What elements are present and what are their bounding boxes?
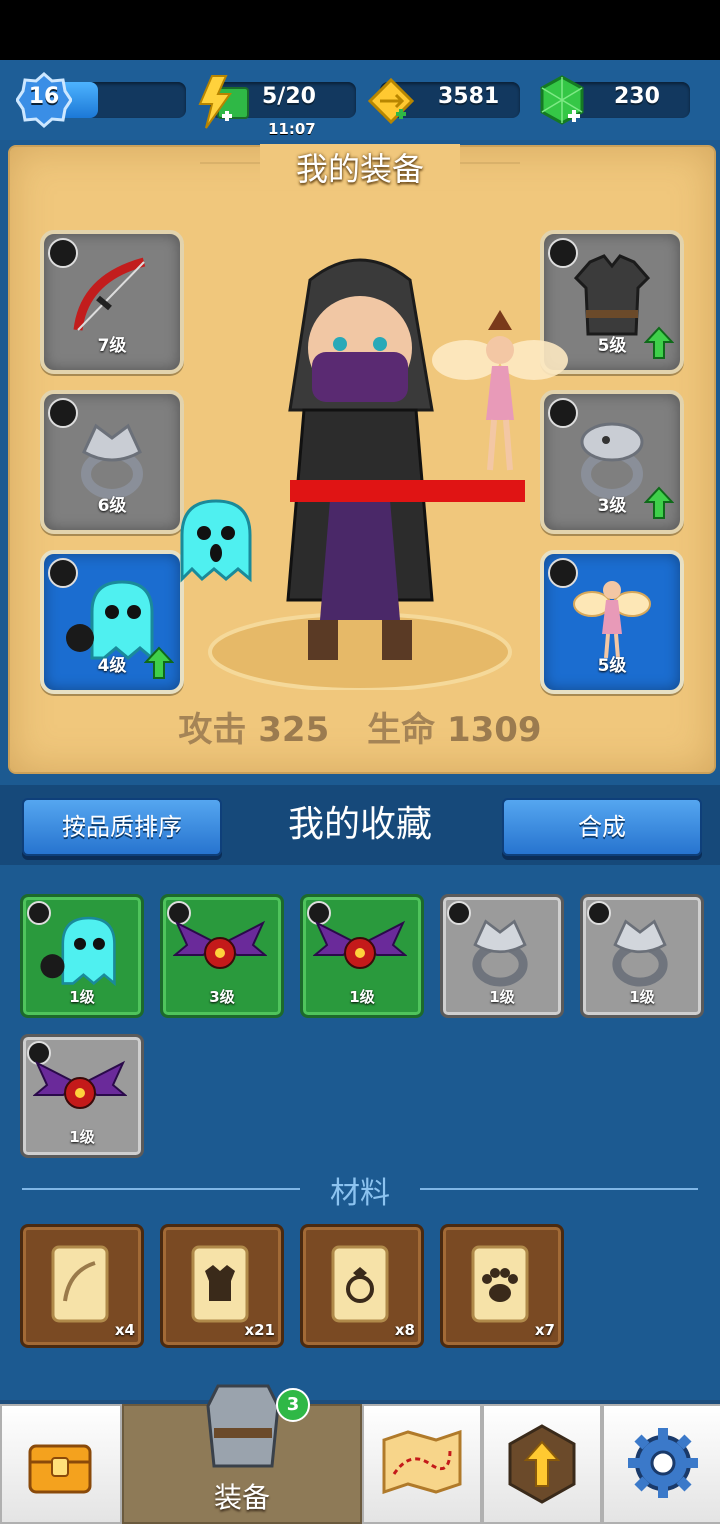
bat-pet-icon <box>313 920 407 969</box>
equipment-title: 我的装备 <box>260 144 460 190</box>
status-bar <box>0 0 720 60</box>
sort-by-quality-button[interactable]: 按品质排序 <box>22 798 222 856</box>
tab-upgrade[interactable] <box>482 1404 602 1524</box>
bat-pet-icon <box>33 1060 127 1109</box>
tab-chest[interactable] <box>0 1404 122 1524</box>
map-icon <box>382 1430 462 1494</box>
fairy-companion <box>432 310 568 471</box>
material-count: x21 <box>244 1321 275 1339</box>
gem-count: 230 <box>614 84 660 109</box>
material-count: x8 <box>394 1321 415 1339</box>
bat-pet-icon <box>173 920 267 969</box>
armor-scroll-icon <box>191 1245 249 1323</box>
attack-value: 325 <box>258 710 330 750</box>
materials-divider-left <box>22 1188 300 1190</box>
tab-map[interactable] <box>362 1404 482 1524</box>
weapon-slot[interactable]: 7级 <box>40 230 184 374</box>
merge-button[interactable]: 合成 <box>502 798 702 856</box>
notification-badge: 3 <box>276 1388 310 1422</box>
tab-settings[interactable] <box>602 1404 720 1524</box>
material-item[interactable]: x21 <box>160 1224 284 1348</box>
bow-scroll-icon <box>51 1245 109 1323</box>
collection-item[interactable]: 1级 <box>20 894 144 1018</box>
material-count: x7 <box>534 1321 555 1339</box>
slot-level: 5级 <box>597 656 627 676</box>
attack-label: 攻击 <box>178 710 247 750</box>
energy-icon <box>198 75 249 129</box>
settings-icon <box>628 1428 698 1498</box>
hp-value: 1309 <box>446 710 542 750</box>
chest-icon <box>28 1444 92 1494</box>
pet-slot-right[interactable]: 5级 <box>540 550 684 694</box>
collection-title: 我的收藏 <box>287 804 432 845</box>
materials-title: 材料 <box>330 1176 390 1211</box>
material-item[interactable]: x7 <box>440 1224 564 1348</box>
player-level: 16 <box>28 84 60 109</box>
fairy-pet-icon <box>573 581 651 659</box>
energy-timer: 11:07 <box>268 120 316 138</box>
hp-label: 生命 <box>367 710 436 750</box>
item-level: 1级 <box>69 988 95 1006</box>
slot-level: 7级 <box>97 336 127 356</box>
paw-scroll-icon <box>471 1245 529 1323</box>
item-level: 1级 <box>489 988 515 1006</box>
equipment-icon <box>206 1384 280 1468</box>
collection-item[interactable]: 1级 <box>20 1034 144 1158</box>
wolf-ring-icon <box>472 919 528 987</box>
ghost-companion <box>180 499 252 583</box>
collection-item[interactable]: 1级 <box>300 894 424 1018</box>
item-level: 1级 <box>629 988 655 1006</box>
ghost-pet-icon <box>40 916 116 987</box>
energy-count: 5/20 <box>262 84 316 109</box>
item-level: 1级 <box>349 988 375 1006</box>
materials-divider-right <box>420 1188 698 1190</box>
tab-equipment-label: 装备 <box>213 1481 270 1514</box>
resource-bar: 16 5/20 11:07 3581 230 <box>0 60 720 140</box>
gold-count: 3581 <box>438 84 500 109</box>
item-level: 3级 <box>209 988 235 1006</box>
collection-item[interactable]: 1级 <box>580 894 704 1018</box>
hero-stats: 攻击 325 生命 1309 <box>0 702 720 751</box>
gold-icon <box>367 77 415 125</box>
bow-icon <box>73 257 146 331</box>
material-item[interactable]: x4 <box>20 1224 144 1348</box>
slot-level: 3级 <box>597 496 627 516</box>
gem-icon <box>540 75 584 125</box>
collection-item[interactable]: 1级 <box>440 894 564 1018</box>
material-item[interactable]: x8 <box>300 1224 424 1348</box>
tab-equipment[interactable]: 3 装备 <box>122 1384 362 1524</box>
upgrade-icon <box>508 1424 576 1504</box>
item-level: 1级 <box>69 1128 95 1146</box>
material-count: x4 <box>114 1321 135 1339</box>
wolf-ring-icon <box>612 919 668 987</box>
slot-level: 4级 <box>97 656 127 676</box>
collection-item[interactable]: 3级 <box>160 894 284 1018</box>
ring-scroll-icon <box>331 1245 389 1323</box>
